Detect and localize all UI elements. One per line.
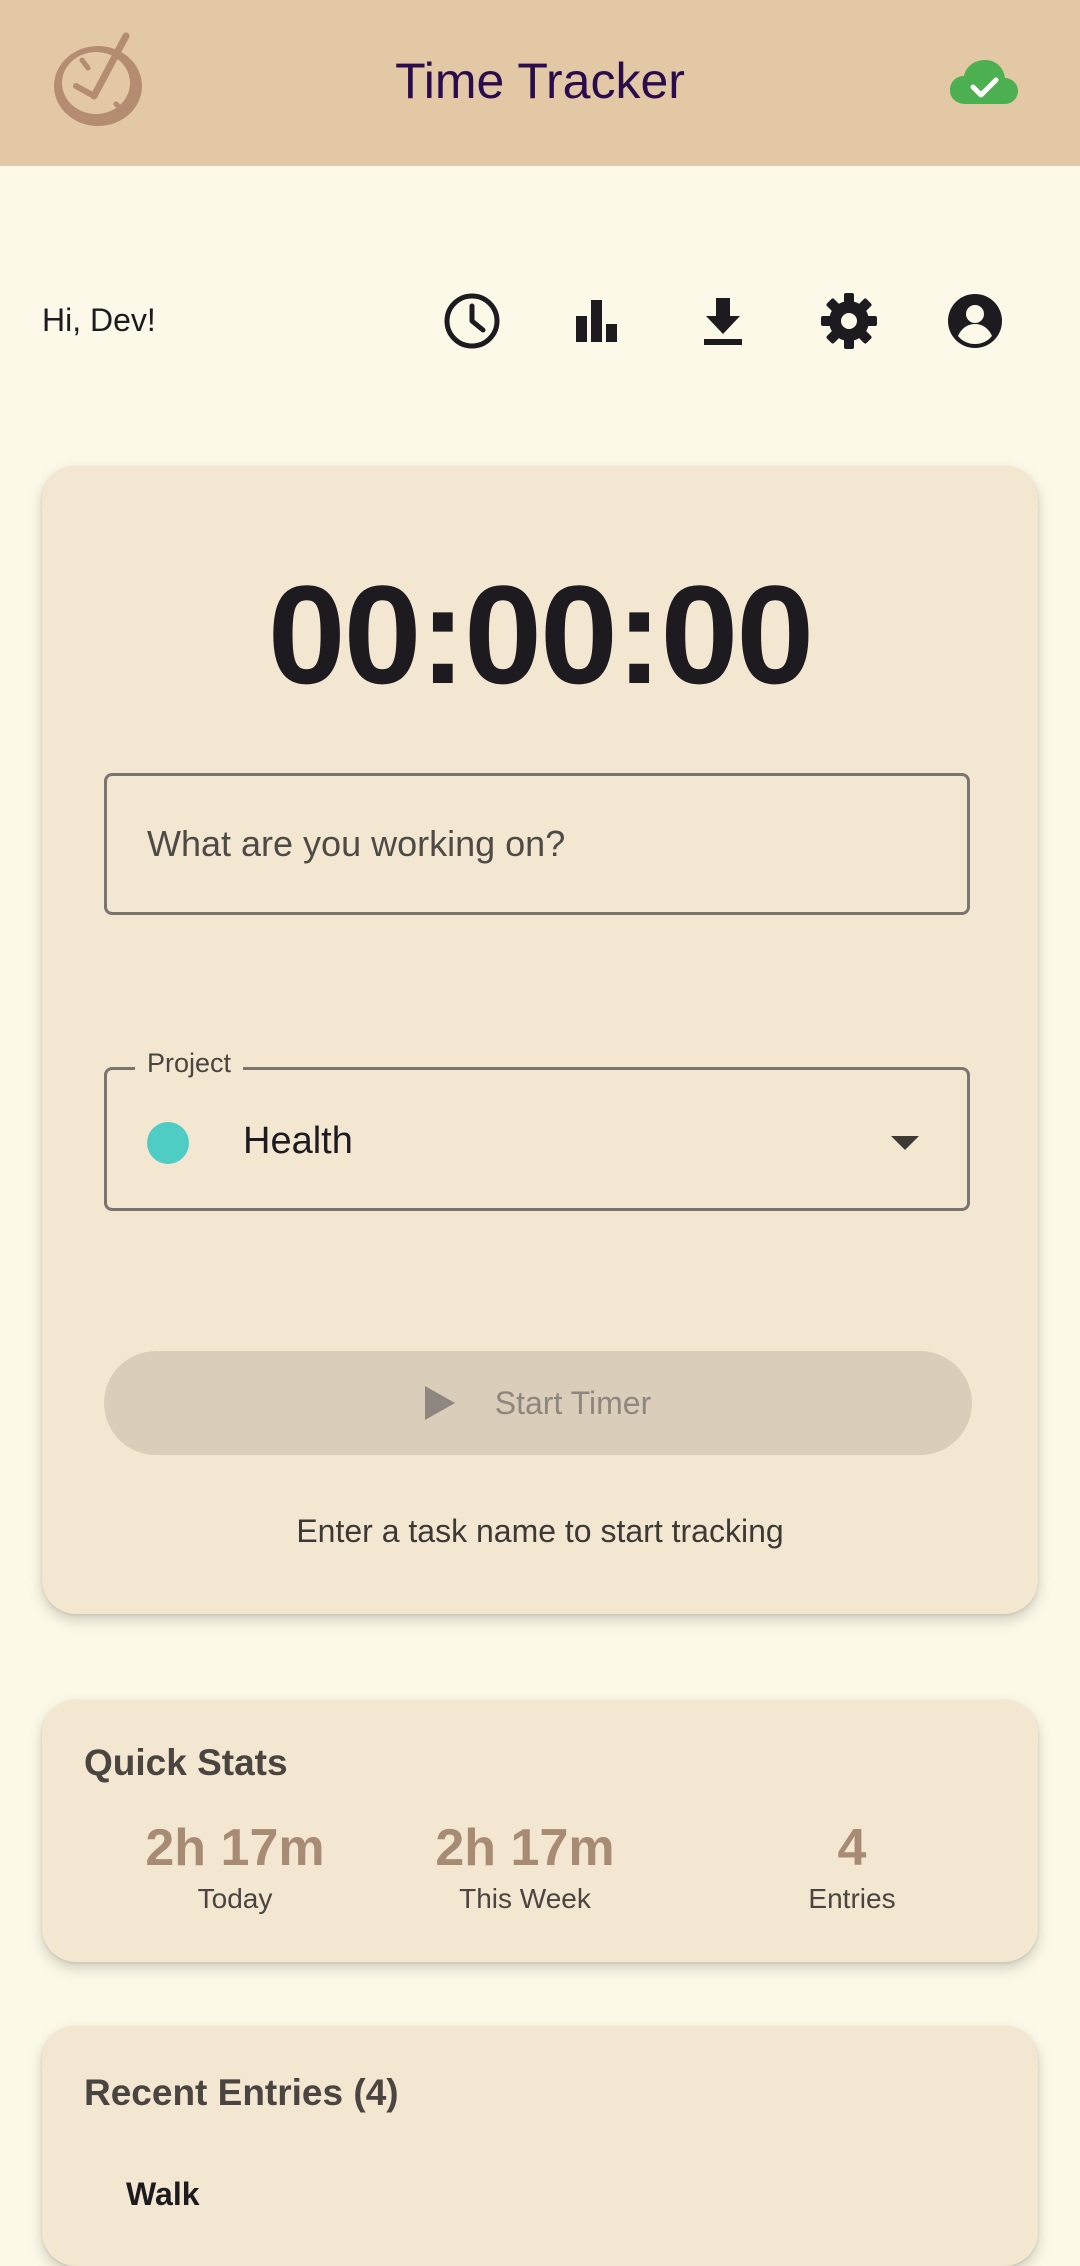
recent-entries-card: Recent Entries (4) Walk	[42, 2026, 1038, 2266]
stat-entries: 4 Entries	[782, 1819, 922, 1915]
app-bar: Time Tracker	[0, 0, 1080, 166]
app-title: Time Tracker	[395, 53, 685, 109]
start-hint-text: Enter a task name to start tracking	[296, 1513, 784, 1549]
play-icon	[424, 1386, 455, 1420]
start-timer-button[interactable]: Start Timer	[104, 1351, 972, 1455]
download-icon[interactable]	[692, 290, 754, 352]
stat-label: Today	[197, 1883, 273, 1915]
project-label: Project	[135, 1048, 244, 1079]
account-circle-icon[interactable]	[944, 290, 1006, 352]
cloud-check-icon[interactable]	[950, 58, 1018, 108]
project-select[interactable]: Project Health	[104, 1048, 970, 1211]
quick-stats-card: Quick Stats 2h 17m Today 2h 17m This Wee…	[42, 1700, 1038, 1962]
entry-item-name[interactable]: Walk	[126, 2176, 200, 2213]
stat-today: 2h 17m Today	[140, 1819, 330, 1915]
stat-value: 4	[837, 1819, 867, 1877]
stat-value: 2h 17m	[435, 1819, 615, 1877]
start-timer-label: Start Timer	[494, 1384, 652, 1421]
dropdown-arrow-icon	[891, 1136, 919, 1150]
task-input-field[interactable]	[104, 773, 970, 915]
stat-label: Entries	[808, 1883, 896, 1915]
bar-chart-icon[interactable]	[566, 290, 628, 352]
timer-display: 00:00:00	[267, 556, 814, 713]
project-color-dot	[147, 1122, 189, 1164]
settings-gear-icon[interactable]	[818, 290, 880, 352]
stat-value: 2h 17m	[145, 1819, 325, 1877]
task-input[interactable]	[107, 823, 967, 865]
stat-this-week: 2h 17m This Week	[430, 1819, 620, 1915]
greeting-text: Hi, Dev!	[42, 302, 156, 338]
timer-card: 00:00:00 Project Health Start Timer Ente…	[42, 466, 1038, 1614]
project-value: Health	[243, 1120, 353, 1162]
quick-stats-title: Quick Stats	[84, 1742, 288, 1783]
stat-label: This Week	[459, 1883, 591, 1915]
history-clock-icon[interactable]	[441, 290, 503, 352]
recent-entries-title: Recent Entries (4)	[84, 2072, 399, 2113]
